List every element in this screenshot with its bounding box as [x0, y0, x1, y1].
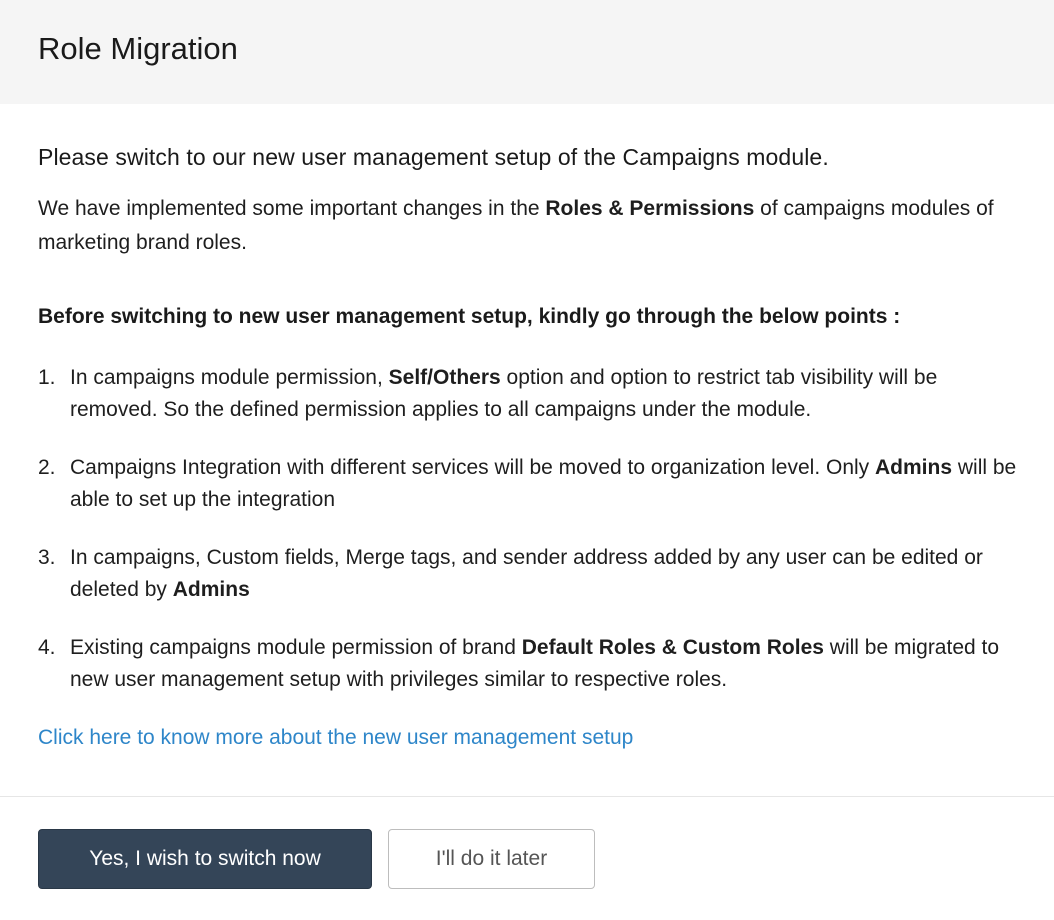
point-text-start: Campaigns Integration with different ser…: [70, 456, 876, 479]
point-text: In campaigns, Custom fields, Merge tags,…: [70, 542, 1018, 606]
footer-divider: [0, 796, 1054, 797]
point-number: 2.: [38, 456, 56, 479]
point-text-bold: Admins: [172, 578, 250, 601]
point-text-bold: Default Roles & Custom Roles: [521, 636, 824, 659]
point-text: In campaigns module permission, Self/Oth…: [70, 362, 1018, 426]
switch-now-button[interactable]: Yes, I wish to switch now: [38, 829, 372, 889]
dialog-footer: Yes, I wish to switch now I'll do it lat…: [38, 829, 595, 889]
learn-more-link[interactable]: Click here to know more about the new us…: [38, 726, 633, 750]
intro-text-start: We have implemented some important chang…: [38, 197, 546, 220]
role-migration-dialog: Role Migration Please switch to our new …: [0, 0, 1054, 920]
intro-text: We have implemented some important chang…: [38, 192, 998, 260]
points-list: 1. In campaigns module permission, Self/…: [38, 362, 1018, 722]
point-item-4: 4. Existing campaigns module permission …: [38, 632, 1018, 696]
do-it-later-button[interactable]: I'll do it later: [388, 829, 595, 889]
points-heading: Before switching to new user management …: [38, 305, 901, 328]
intro-text-bold: Roles & Permissions: [545, 197, 755, 220]
point-item-3: 3. In campaigns, Custom fields, Merge ta…: [38, 542, 1018, 606]
point-item-2: 2. Campaigns Integration with different …: [38, 452, 1018, 516]
point-text-start: In campaigns module permission,: [70, 366, 389, 389]
point-number: 4.: [38, 636, 56, 659]
point-text: Campaigns Integration with different ser…: [70, 452, 1018, 516]
point-text-start: Existing campaigns module permission of …: [70, 636, 522, 659]
point-text-bold: Admins: [875, 456, 953, 479]
dialog-title: Role Migration: [38, 31, 238, 66]
point-item-1: 1. In campaigns module permission, Self/…: [38, 362, 1018, 426]
point-number: 1.: [38, 366, 56, 389]
point-text: Existing campaigns module permission of …: [70, 632, 1018, 696]
point-number: 3.: [38, 546, 56, 569]
dialog-header: Role Migration: [0, 0, 1054, 104]
intro-heading: Please switch to our new user management…: [38, 144, 829, 170]
point-text-bold: Self/Others: [388, 366, 501, 389]
